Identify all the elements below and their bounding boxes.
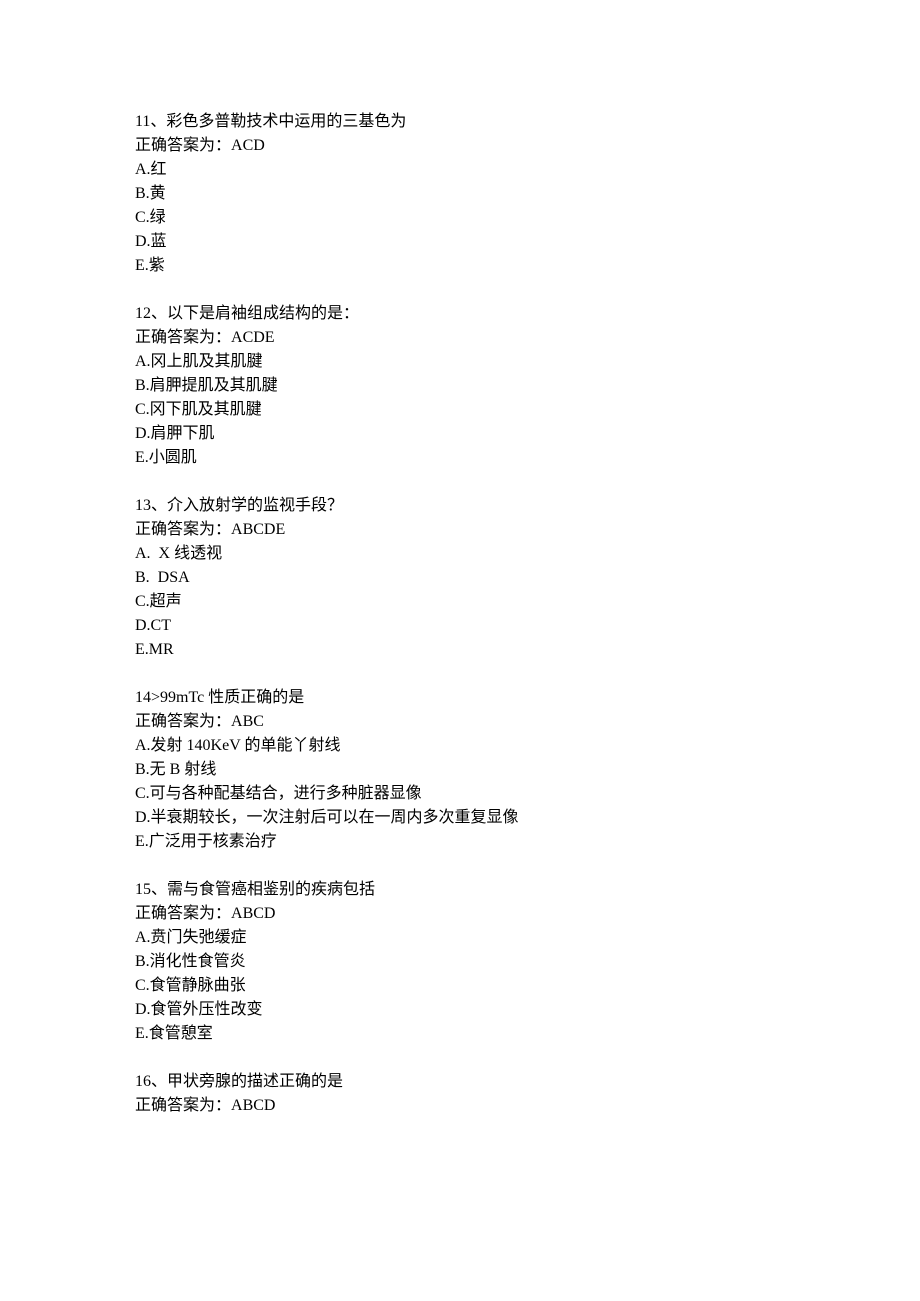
question-stem: 13、介入放射学的监视手段？ [135, 494, 785, 518]
question-text: 以下是肩袖组成结构的是： [167, 305, 359, 322]
answer-label: 正确答案为： [135, 329, 231, 346]
option-line: C.冈下肌及其肌腱 [135, 398, 785, 422]
option-line: E.小圆肌 [135, 446, 785, 470]
answer-label: 正确答案为： [135, 1097, 231, 1114]
answer-line: 正确答案为：ABCD [135, 1094, 785, 1118]
answer-label: 正确答案为： [135, 905, 231, 922]
option-line: E.广泛用于核素治疗 [135, 830, 785, 854]
option-line: C.绿 [135, 206, 785, 230]
document-page: 11、彩色多普勒技术中运用的三基色为正确答案为：ACDA.红B.黄C.绿D.蓝E… [0, 0, 920, 1301]
question-number: 15、 [135, 881, 167, 898]
question-stem: 12、以下是肩袖组成结构的是： [135, 302, 785, 326]
option-line: B. DSA [135, 566, 785, 590]
option-line: A.贲门失弛缓症 [135, 926, 785, 950]
question-number: 12、 [135, 305, 167, 322]
answer-value: ABCDE [231, 521, 285, 538]
question-list: 11、彩色多普勒技术中运用的三基色为正确答案为：ACDA.红B.黄C.绿D.蓝E… [135, 110, 785, 1118]
question-number: 13、 [135, 497, 167, 514]
answer-line: 正确答案为：ACD [135, 134, 785, 158]
question-block: 14>99mTc 性质正确的是正确答案为：ABCA.发射 140KeV 的单能丫… [135, 686, 785, 854]
answer-line: 正确答案为：ACDE [135, 326, 785, 350]
option-line: C.食管静脉曲张 [135, 974, 785, 998]
answer-label: 正确答案为： [135, 521, 231, 538]
answer-line: 正确答案为：ABCDE [135, 518, 785, 542]
answer-value: ABC [231, 713, 264, 730]
question-stem: 11、彩色多普勒技术中运用的三基色为 [135, 110, 785, 134]
question-block: 16、甲状旁腺的描述正确的是正确答案为：ABCD [135, 1070, 785, 1118]
question-text: 99mTc 性质正确的是 [160, 689, 304, 706]
answer-label: 正确答案为： [135, 137, 231, 154]
question-text: 彩色多普勒技术中运用的三基色为 [166, 113, 406, 130]
question-number: 11、 [135, 113, 166, 130]
answer-line: 正确答案为：ABC [135, 710, 785, 734]
question-number: 16、 [135, 1073, 167, 1090]
option-line: C.超声 [135, 590, 785, 614]
question-block: 13、介入放射学的监视手段？正确答案为：ABCDEA. X 线透视B. DSAC… [135, 494, 785, 662]
question-text: 甲状旁腺的描述正确的是 [167, 1073, 343, 1090]
question-text: 需与食管癌相鉴别的疾病包括 [167, 881, 375, 898]
option-line: A. X 线透视 [135, 542, 785, 566]
answer-value: ABCD [231, 1097, 275, 1114]
question-block: 12、以下是肩袖组成结构的是：正确答案为：ACDEA.冈上肌及其肌腱B.肩胛提肌… [135, 302, 785, 470]
question-block: 15、需与食管癌相鉴别的疾病包括正确答案为：ABCDA.贲门失弛缓症B.消化性食… [135, 878, 785, 1046]
question-text: 介入放射学的监视手段？ [167, 497, 343, 514]
answer-line: 正确答案为：ABCD [135, 902, 785, 926]
answer-value: ACD [231, 137, 265, 154]
option-line: A.发射 140KeV 的单能丫射线 [135, 734, 785, 758]
question-stem: 14>99mTc 性质正确的是 [135, 686, 785, 710]
option-line: A.红 [135, 158, 785, 182]
option-line: E.MR [135, 638, 785, 662]
option-line: D.食管外压性改变 [135, 998, 785, 1022]
option-line: D.肩胛下肌 [135, 422, 785, 446]
question-block: 11、彩色多普勒技术中运用的三基色为正确答案为：ACDA.红B.黄C.绿D.蓝E… [135, 110, 785, 278]
option-line: A.冈上肌及其肌腱 [135, 350, 785, 374]
answer-label: 正确答案为： [135, 713, 231, 730]
option-line: B.黄 [135, 182, 785, 206]
option-line: E.紫 [135, 254, 785, 278]
option-line: D.CT [135, 614, 785, 638]
option-line: B.消化性食管炎 [135, 950, 785, 974]
option-line: C.可与各种配基结合，进行多种脏器显像 [135, 782, 785, 806]
question-stem: 15、需与食管癌相鉴别的疾病包括 [135, 878, 785, 902]
option-line: E.食管憩室 [135, 1022, 785, 1046]
answer-value: ABCD [231, 905, 275, 922]
option-line: D.半衰期较长，一次注射后可以在一周内多次重复显像 [135, 806, 785, 830]
question-number: 14> [135, 689, 160, 706]
question-stem: 16、甲状旁腺的描述正确的是 [135, 1070, 785, 1094]
option-line: B.肩胛提肌及其肌腱 [135, 374, 785, 398]
option-line: D.蓝 [135, 230, 785, 254]
answer-value: ACDE [231, 329, 275, 346]
option-line: B.无 B 射线 [135, 758, 785, 782]
